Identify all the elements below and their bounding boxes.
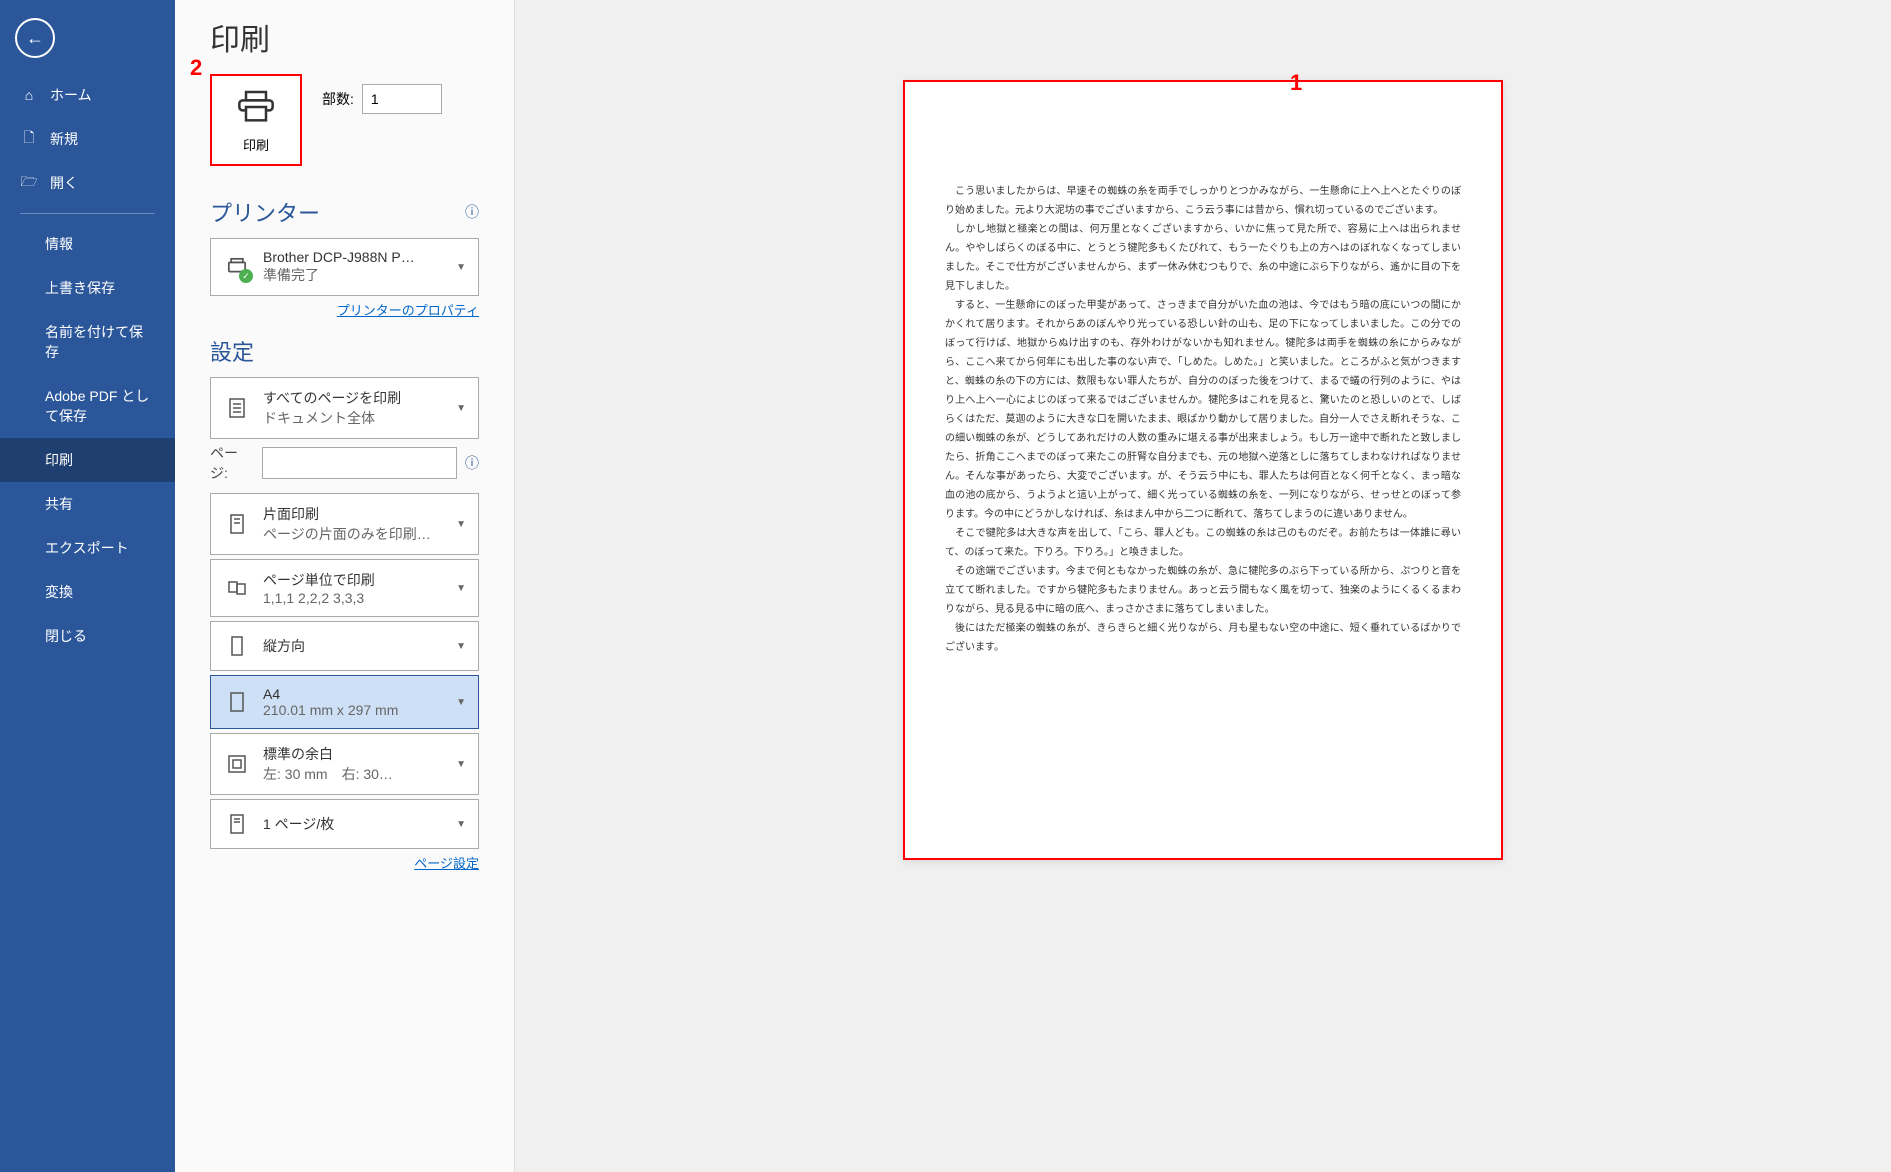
- page-side-icon: [223, 510, 251, 538]
- margins-title: 標準の余白: [263, 744, 444, 764]
- printer-name: Brother DCP-J988N P…: [263, 249, 444, 265]
- nav-new[interactable]: 🗋 新規: [0, 117, 175, 161]
- print-preview-area: こう思いましたからは、早速その蜘蛛の糸を両手でしっかりとつかみながら、一生懸命に…: [515, 0, 1891, 1172]
- chevron-down-icon: ▼: [456, 759, 466, 770]
- nav-new-label: 新規: [50, 129, 78, 149]
- paper-title: A4: [263, 686, 444, 702]
- chevron-down-icon: ▼: [456, 403, 466, 414]
- pages-label: ページ:: [210, 443, 254, 483]
- paper-size-selector[interactable]: A4 210.01 mm x 297 mm ▼: [210, 675, 479, 729]
- pages-input[interactable]: [262, 447, 457, 479]
- collate-title: ページ単位で印刷: [263, 570, 444, 590]
- page-setup-link[interactable]: ページ設定: [414, 856, 479, 871]
- folder-open-icon: 🗁: [20, 174, 38, 192]
- info-icon[interactable]: ⓘ: [465, 202, 479, 222]
- sides-selector[interactable]: 片面印刷 ページの片面のみを印刷し… ▼: [210, 493, 479, 555]
- print-button-label: 印刷: [243, 135, 269, 154]
- arrow-left-icon: ←: [26, 28, 44, 49]
- printer-status: 準備完了: [263, 265, 444, 285]
- chevron-down-icon: ▼: [456, 519, 466, 530]
- settings-section-title: 設定: [210, 335, 254, 367]
- nav-save-as[interactable]: 名前を付けて保存: [0, 310, 175, 374]
- print-range-title: すべてのページを印刷: [263, 388, 444, 408]
- nav-export[interactable]: エクスポート: [0, 526, 175, 570]
- chevron-down-icon: ▼: [456, 819, 466, 830]
- orientation-selector[interactable]: 縦方向 ▼: [210, 621, 479, 671]
- collate-icon: [223, 574, 251, 602]
- nav-save-pdf[interactable]: Adobe PDF として保存: [0, 374, 175, 438]
- pages-per-sheet-title: 1 ページ/枚: [263, 814, 444, 834]
- copies-label: 部数:: [322, 89, 354, 109]
- nav-convert[interactable]: 変換: [0, 570, 175, 614]
- pages-per-sheet-icon: [223, 810, 251, 838]
- chevron-down-icon: ▼: [456, 583, 466, 594]
- annotation-marker-2: 2: [190, 55, 202, 81]
- nav-export-label: エクスポート: [45, 538, 129, 558]
- nav-share-label: 共有: [45, 494, 73, 514]
- nav-print[interactable]: 印刷: [0, 438, 175, 482]
- print-button[interactable]: 印刷: [210, 74, 302, 166]
- nav-divider: [20, 213, 155, 214]
- info-icon[interactable]: ⓘ: [465, 453, 479, 473]
- page-icon: [223, 688, 251, 716]
- chevron-down-icon: ▼: [456, 262, 466, 273]
- nav-info[interactable]: 情報: [0, 222, 175, 266]
- printer-section-title: プリンター: [210, 196, 320, 228]
- nav-save-as-label: 名前を付けて保存: [45, 322, 155, 362]
- document-pages-icon: [223, 394, 251, 422]
- nav-close-label: 閉じる: [45, 626, 87, 646]
- margins-icon: [223, 750, 251, 778]
- nav-convert-label: 変換: [45, 582, 73, 602]
- nav-print-label: 印刷: [45, 450, 73, 470]
- nav-info-label: 情報: [45, 234, 73, 254]
- preview-page: こう思いましたからは、早速その蜘蛛の糸を両手でしっかりとつかみながら、一生懸命に…: [903, 80, 1503, 860]
- margins-sub: 左: 30 mm 右: 30…: [263, 764, 444, 784]
- nav-home-label: ホーム: [50, 85, 92, 105]
- printer-device-icon: ✓: [223, 253, 251, 281]
- document-icon: 🗋: [20, 130, 38, 148]
- back-button[interactable]: ←: [15, 18, 55, 58]
- sides-sub: ページの片面のみを印刷し…: [263, 524, 444, 544]
- printer-selector[interactable]: ✓ Brother DCP-J988N P… 準備完了 ▼: [210, 238, 479, 296]
- nav-save-overwrite-label: 上書き保存: [45, 278, 115, 298]
- printer-properties-link[interactable]: プリンターのプロパティ: [337, 303, 479, 318]
- nav-home[interactable]: ⌂ ホーム: [0, 73, 175, 117]
- chevron-down-icon: ▼: [456, 697, 466, 708]
- orientation-portrait-icon: [223, 632, 251, 660]
- nav-save-overwrite[interactable]: 上書き保存: [0, 266, 175, 310]
- collate-selector[interactable]: ページ単位で印刷 1,1,1 2,2,2 3,3,3 ▼: [210, 559, 479, 617]
- copies-input[interactable]: [362, 84, 442, 114]
- home-icon: ⌂: [20, 86, 38, 104]
- margins-selector[interactable]: 標準の余白 左: 30 mm 右: 30… ▼: [210, 733, 479, 795]
- nav-close[interactable]: 閉じる: [0, 614, 175, 658]
- check-badge-icon: ✓: [239, 269, 253, 283]
- sides-title: 片面印刷: [263, 504, 444, 524]
- nav-open[interactable]: 🗁 開く: [0, 161, 175, 205]
- nav-share[interactable]: 共有: [0, 482, 175, 526]
- chevron-down-icon: ▼: [456, 641, 466, 652]
- preview-text-content: こう思いましたからは、早速その蜘蛛の糸を両手でしっかりとつかみながら、一生懸命に…: [945, 182, 1461, 657]
- page-title: 印刷: [210, 15, 479, 59]
- pages-per-sheet-selector[interactable]: 1 ページ/枚 ▼: [210, 799, 479, 849]
- nav-save-pdf-label: Adobe PDF として保存: [45, 386, 155, 426]
- paper-sub: 210.01 mm x 297 mm: [263, 702, 444, 718]
- annotation-marker-1: 1: [1290, 70, 1302, 96]
- orientation-title: 縦方向: [263, 636, 444, 656]
- printer-icon: [236, 87, 276, 127]
- nav-open-label: 開く: [50, 173, 78, 193]
- print-range-sub: ドキュメント全体: [263, 408, 444, 428]
- print-range-selector[interactable]: すべてのページを印刷 ドキュメント全体 ▼: [210, 377, 479, 439]
- collate-sub: 1,1,1 2,2,2 3,3,3: [263, 590, 444, 606]
